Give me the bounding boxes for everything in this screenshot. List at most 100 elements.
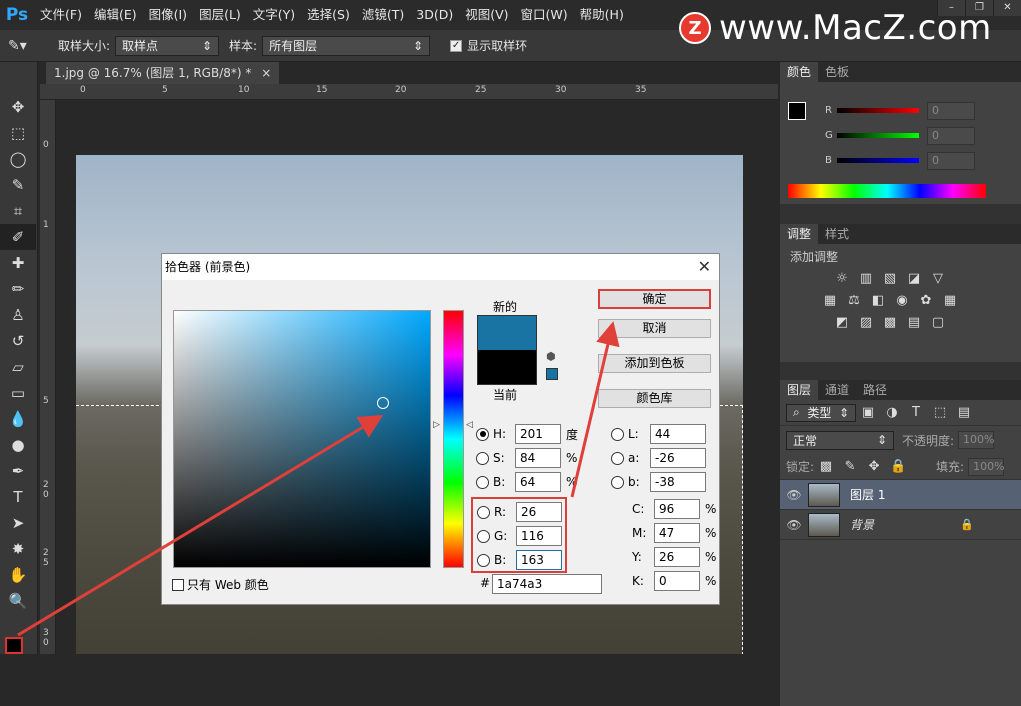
input-lab-b[interactable]: -38 [650, 472, 706, 492]
menu-window[interactable]: 窗口(W) [515, 0, 574, 30]
web-only-checkbox[interactable] [172, 578, 184, 591]
restore-button[interactable]: ❐ [965, 0, 993, 16]
color-spectrum-ramp[interactable] [788, 184, 986, 198]
tab-paths[interactable]: 路径 [856, 380, 894, 400]
pen-tool-icon[interactable]: ✒ [0, 458, 36, 484]
radio-blue[interactable] [477, 553, 490, 567]
filter-adjust-icon[interactable]: ◑ [884, 405, 900, 421]
healing-tool-icon[interactable]: ✚ [0, 250, 36, 276]
eyedropper-icon[interactable]: ✎▾ [8, 38, 38, 54]
lock-paint-icon[interactable]: ✎ [842, 459, 858, 475]
hue-slider[interactable] [443, 310, 464, 568]
panel-fg-swatch[interactable] [788, 102, 806, 120]
curves-icon[interactable]: ▧ [882, 271, 898, 287]
input-b[interactable]: 64 [515, 472, 561, 492]
blend-mode-select[interactable]: 正常 ⇕ [786, 430, 894, 450]
tab-layers[interactable]: 图层 [780, 380, 819, 400]
dodge-tool-icon[interactable]: ● [0, 432, 36, 458]
lock-pixels-icon[interactable]: ▩ [818, 459, 834, 475]
close-window-button[interactable]: ✕ [993, 0, 1021, 16]
black-white-icon[interactable]: ◧ [870, 293, 886, 309]
input-c[interactable]: 96 [654, 499, 700, 519]
out-of-gamut-cube-icon[interactable]: ⬢ [546, 350, 556, 363]
slider-track-r[interactable] [837, 108, 919, 113]
radio-r[interactable] [477, 505, 490, 519]
eraser-tool-icon[interactable]: ▱ [0, 354, 36, 380]
input-s[interactable]: 84 [515, 448, 561, 468]
color-slider-r[interactable]: R 0 [780, 98, 1021, 123]
tab-channels[interactable]: 通道 [818, 380, 856, 400]
sample-size-select[interactable]: 取样点 ⇕ [115, 35, 220, 56]
current-color-preview[interactable] [477, 350, 537, 385]
posterize-icon[interactable]: ▨ [858, 315, 874, 331]
opacity-field[interactable]: 100% [958, 431, 995, 449]
lock-move-icon[interactable]: ✥ [866, 459, 882, 475]
filter-shape-icon[interactable]: ⬚ [932, 405, 948, 421]
exposure-icon[interactable]: ◪ [906, 271, 922, 287]
radio-g[interactable] [477, 529, 490, 543]
hand-tool-icon[interactable]: ✋ [0, 562, 36, 588]
color-lookup-icon[interactable]: ▦ [942, 293, 958, 309]
input-l[interactable]: 44 [650, 424, 706, 444]
eyedropper-tool-icon[interactable]: ✐ [0, 224, 36, 250]
marquee-tool-icon[interactable]: ⬚ [0, 120, 36, 146]
input-g[interactable]: 116 [516, 526, 562, 546]
quick-select-tool-icon[interactable]: ✎ [0, 172, 36, 198]
hex-input[interactable]: 1a74a3 [492, 574, 602, 594]
tab-adjustments[interactable]: 调整 [780, 224, 819, 244]
selective-color-icon[interactable]: ▢ [930, 315, 946, 331]
web-safe-swatch[interactable] [546, 368, 558, 380]
photo-filter-icon[interactable]: ◉ [894, 293, 910, 309]
layer-row-background[interactable]: 👁 背景 🔒 [780, 510, 1021, 540]
lock-all-icon[interactable]: 🔒 [890, 459, 906, 475]
lasso-tool-icon[interactable]: ◯ [0, 146, 36, 172]
filter-pixel-icon[interactable]: ▣ [860, 405, 876, 421]
close-icon[interactable]: ✕ [698, 257, 711, 276]
type-tool-icon[interactable]: T [0, 484, 36, 510]
brightness-icon[interactable]: ☼ [834, 271, 850, 287]
saturation-brightness-field[interactable] [173, 310, 431, 568]
layer-filter-select[interactable]: ⌕ 类型 ⇕ [786, 403, 856, 422]
menu-help[interactable]: 帮助(H) [574, 0, 630, 30]
menu-type[interactable]: 文字(Y) [247, 0, 301, 30]
color-slider-b[interactable]: B 0 [780, 148, 1021, 173]
slider-track-b[interactable] [837, 158, 919, 163]
show-ring-checkbox[interactable]: ✓ [450, 39, 463, 52]
input-r[interactable]: 26 [516, 502, 562, 522]
radio-b[interactable] [476, 475, 489, 489]
gradient-map-icon[interactable]: ▤ [906, 315, 922, 331]
filter-type-icon[interactable]: T [908, 405, 924, 421]
shape-tool-icon[interactable]: ✸ [0, 536, 36, 562]
ok-button[interactable]: 确定 [598, 289, 711, 309]
blur-tool-icon[interactable]: 💧 [0, 406, 36, 432]
cancel-button[interactable]: 取消 [598, 319, 711, 338]
hue-slider-arrow-right[interactable]: ◁ [466, 420, 473, 430]
add-to-swatches-button[interactable]: 添加到色板 [598, 354, 711, 373]
radio-s[interactable] [476, 451, 489, 465]
input-m[interactable]: 47 [654, 523, 700, 543]
sample-select[interactable]: 所有图层 ⇕ [262, 35, 431, 56]
radio-l[interactable] [611, 427, 624, 441]
menu-filter[interactable]: 滤镜(T) [356, 0, 410, 30]
minimize-button[interactable]: – [937, 0, 965, 16]
path-select-icon[interactable]: ➤ [0, 510, 36, 536]
gradient-tool-icon[interactable]: ▭ [0, 380, 36, 406]
color-marker[interactable] [377, 397, 389, 409]
threshold-icon[interactable]: ▩ [882, 315, 898, 331]
menu-view[interactable]: 视图(V) [459, 0, 514, 30]
menu-select[interactable]: 选择(S) [301, 0, 356, 30]
color-slider-g[interactable]: G 0 [780, 123, 1021, 148]
hue-slider-arrow-left[interactable]: ▷ [433, 420, 440, 430]
invert-icon[interactable]: ◩ [834, 315, 850, 331]
zoom-tool-icon[interactable]: 🔍 [0, 588, 36, 614]
vibrance-icon[interactable]: ▽ [930, 271, 946, 287]
radio-lab-b[interactable] [611, 475, 624, 489]
levels-icon[interactable]: ▥ [858, 271, 874, 287]
crop-tool-icon[interactable]: ⌗ [0, 198, 36, 224]
value-field-g[interactable]: 0 [927, 126, 975, 145]
menu-3d[interactable]: 3D(D) [410, 0, 459, 30]
brush-tool-icon[interactable]: ✏ [0, 276, 36, 302]
stamp-tool-icon[interactable]: ♙ [0, 302, 36, 328]
color-libraries-button[interactable]: 颜色库 [598, 389, 711, 408]
menu-image[interactable]: 图像(I) [143, 0, 193, 30]
